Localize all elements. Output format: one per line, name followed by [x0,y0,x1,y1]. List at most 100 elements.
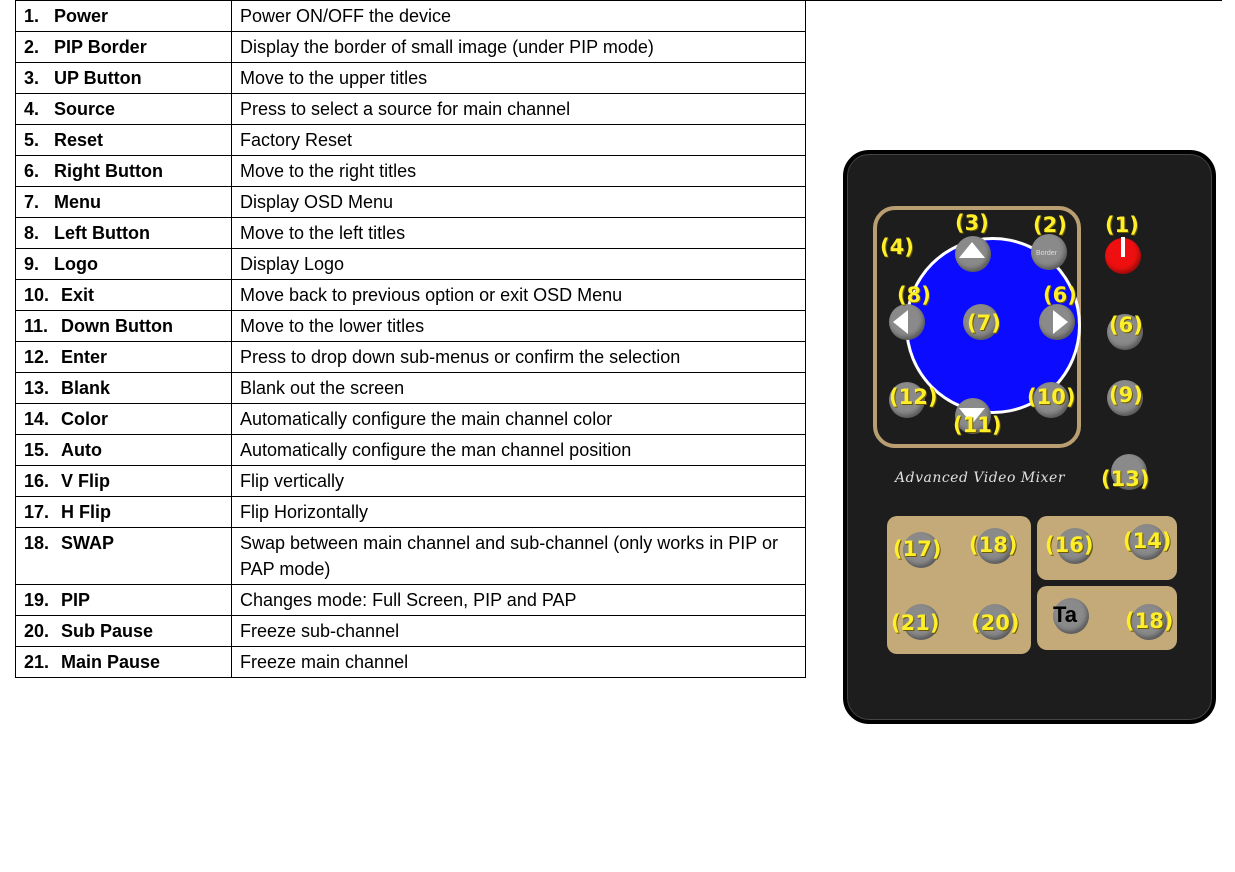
key-number: 21. [24,652,50,672]
key-number: 17. [24,502,50,522]
key-cell: 6. Right Button [15,155,232,187]
key-cell: 15. Auto [15,434,232,466]
key-name: Logo [54,254,98,274]
key-name: Down Button [61,316,173,336]
key-description: Freeze main channel [231,646,806,678]
callout-17: (17) [893,537,942,561]
callout-7: (7) [967,311,1001,335]
key-name: Sub Pause [61,621,154,641]
key-description: Changes mode: Full Screen, PIP and PAP [231,584,806,616]
key-cell: 4. Source [15,93,232,125]
key-name: Menu [54,192,101,212]
key-description: Automatically configure the man channel … [231,434,806,466]
callout-10: (10) [1027,385,1076,409]
callout-11: (11) [953,413,1002,437]
key-cell: 8. Left Button [15,217,232,249]
key-description: Blank out the screen [231,372,806,404]
key-cell: 3. UP Button [15,62,232,94]
right-arrow-icon [1053,310,1068,334]
key-name: Main Pause [61,652,161,672]
callout-9: (9) [1109,383,1143,407]
key-description: Press to drop down sub-menus or confirm … [231,341,806,373]
callout-2: (2) [1033,213,1067,237]
key-description: Display OSD Menu [231,186,806,218]
key-name: Blank [61,378,111,398]
callout-13: (13) [1101,467,1150,491]
key-cell: 7. Menu [15,186,232,218]
key-name: PIP Border [54,37,147,57]
key-description: Swap between main channel and sub-channe… [231,527,806,585]
key-description: Power ON/OFF the device [231,0,806,32]
key-name: Color [61,409,108,429]
key-description: Flip vertically [231,465,806,497]
key-cell: 9. Logo [15,248,232,280]
key-number: 6. [24,161,40,181]
key-number: 18. [24,533,50,553]
key-description: Display Logo [231,248,806,280]
key-name: Right Button [54,161,163,181]
key-cell: 10. Exit [15,279,232,311]
up-arrow-icon [959,242,985,258]
key-number: 5. [24,130,40,150]
key-cell: 11. Down Button [15,310,232,342]
key-number: 19. [24,590,50,610]
callout-6-side: (6) [1109,313,1143,337]
key-number: 15. [24,440,50,460]
key-cell: 21. Main Pause [15,646,232,678]
ta-label: Ta [1053,602,1078,627]
callout-18: (18) [969,533,1018,557]
key-description: Move to the upper titles [231,62,806,94]
key-cell: 13. Blank [15,372,232,404]
key-cell: 19. PIP [15,584,232,616]
key-description: Move to the right titles [231,155,806,187]
key-description: Flip Horizontally [231,496,806,528]
key-name: Power [54,6,109,26]
key-cell: 20. Sub Pause [15,615,232,647]
remote-caption: Advanced Video Mixer [895,470,1066,486]
key-name: PIP [61,590,91,610]
callout-1: (1) [1105,213,1139,237]
table-row: 1. Power Power ON/OFF the device [15,0,1222,678]
key-name: Enter [61,347,108,367]
key-name: Auto [61,440,102,460]
key-name: V Flip [61,471,110,491]
callout-18-b: (18) [1125,609,1174,633]
key-cell: 12. Enter [15,341,232,373]
key-description: Factory Reset [231,124,806,156]
left-arrow-icon [893,310,908,334]
key-cell: 1. Power [15,0,232,32]
callout-12: (12) [889,385,938,409]
key-cell: 5. Reset [15,124,232,156]
key-name: Left Button [54,223,150,243]
key-number: 10. [24,285,50,305]
key-description: Display the border of small image (under… [231,31,806,63]
key-number: 16. [24,471,50,491]
border-label: Border [1036,250,1058,257]
key-name: UP Button [54,68,142,88]
key-number: 13. [24,378,50,398]
key-description: Move to the left titles [231,217,806,249]
key-cell: 2. PIP Border [15,31,232,63]
power-icon [1121,237,1125,257]
callout-4: (4) [880,235,914,259]
key-number: 9. [24,254,40,274]
key-description: Move back to previous option or exit OSD… [231,279,806,311]
key-description: Move to the lower titles [231,310,806,342]
key-cell: 18. SWAP [15,527,232,585]
callout-14: (14) [1123,529,1172,553]
callout-20: (20) [971,611,1020,635]
remote-control-illustration: (4) (3) Border (2) (1) (8) (7) (6) (6) (… [843,150,1216,724]
key-cell: 16. V Flip [15,465,232,497]
key-name: H Flip [61,502,111,522]
callout-21: (21) [891,611,940,635]
key-cell: 17. H Flip [15,496,232,528]
key-number: 11. [24,316,49,336]
key-description: Freeze sub-channel [231,615,806,647]
key-cell: 14. Color [15,403,232,435]
key-number: 3. [24,68,40,88]
key-name: SWAP [61,533,115,553]
key-description: Press to select a source for main channe… [231,93,806,125]
key-number: 12. [24,347,50,367]
key-number: 14. [24,409,50,429]
key-number: 1. [24,6,40,26]
